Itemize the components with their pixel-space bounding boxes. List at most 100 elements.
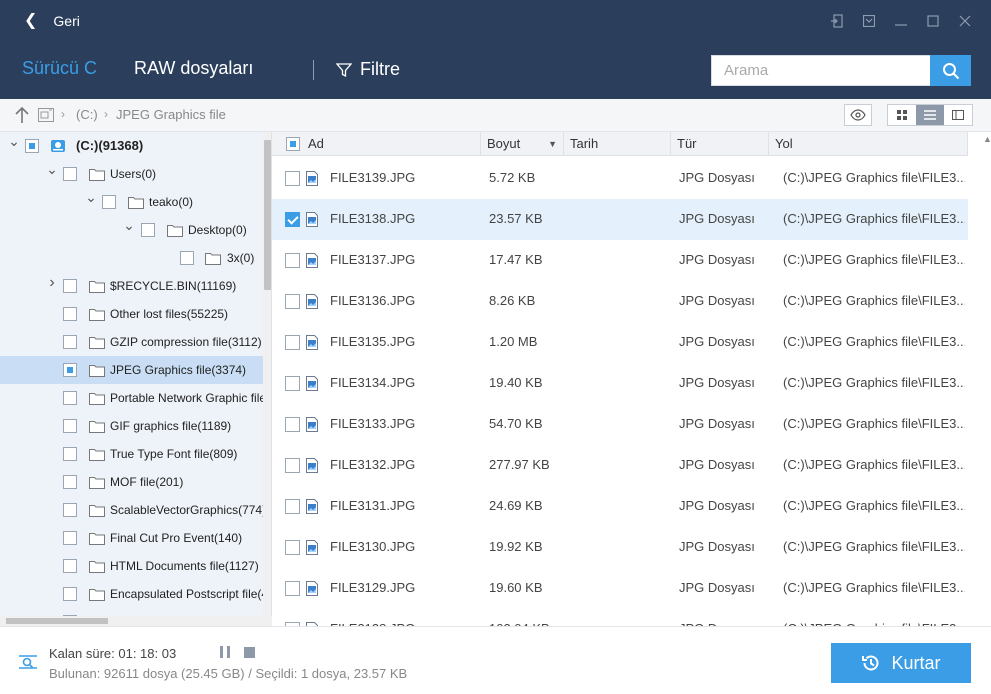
row-checkbox[interactable] <box>285 499 300 514</box>
tree-item[interactable]: 3x(0) <box>0 244 263 272</box>
column-path[interactable]: Yol <box>769 132 968 156</box>
tree-item[interactable]: GIF graphics file(1189) <box>0 412 263 440</box>
column-name[interactable]: Ad <box>302 132 481 156</box>
tree-item[interactable]: › $RECYCLE.BIN(11169) <box>0 272 263 300</box>
close-icon[interactable] <box>949 10 981 32</box>
tree-item-checkbox[interactable] <box>63 363 77 377</box>
detail-view-button[interactable] <box>944 105 972 125</box>
row-checkbox[interactable] <box>285 540 300 555</box>
tab-drive-c[interactable]: Sürücü C <box>22 58 97 79</box>
drive-icon[interactable] <box>38 108 54 122</box>
select-all-checkbox[interactable] <box>286 137 300 151</box>
tree-item-checkbox[interactable] <box>63 167 77 181</box>
table-row[interactable]: FILE3137.JPG 17.47 KB JPG Dosyası (C:)\JPEG… <box>272 240 968 281</box>
tree-item[interactable]: Other lost files(55225) <box>0 300 263 328</box>
search-input[interactable] <box>711 55 931 86</box>
column-date[interactable]: Tarih <box>564 132 671 156</box>
grid-view-button[interactable] <box>888 105 916 125</box>
tree-item-checkbox[interactable] <box>63 307 77 321</box>
tree-item-checkbox[interactable] <box>180 251 194 265</box>
panel-icon <box>952 110 964 120</box>
preview-button[interactable] <box>844 104 872 126</box>
tree-item[interactable]: MOF file(201) <box>0 468 263 496</box>
tree-item-checkbox[interactable] <box>63 559 77 573</box>
breadcrumb-folder[interactable]: JPEG Graphics file <box>116 107 226 122</box>
table-vertical-scrollbar[interactable] <box>968 132 991 626</box>
tree-item-checkbox[interactable] <box>63 391 77 405</box>
table-row[interactable]: FILE3139.JPG 5.72 KB JPG Dosyası (C:)\JPEG … <box>272 158 968 199</box>
tree-item-checkbox[interactable] <box>63 447 77 461</box>
tree-item[interactable]: ⌄ Users(0) <box>0 160 263 188</box>
tree-item[interactable]: True Type Font file(809) <box>0 440 263 468</box>
tree-item[interactable]: Portable Network Graphic file <box>0 384 266 412</box>
search-button[interactable] <box>930 55 971 86</box>
tree-item-checkbox[interactable] <box>63 531 77 545</box>
back-button[interactable]: ❮ Geri <box>24 10 80 32</box>
table-row[interactable]: FILE3135.JPG 1.20 MB JPG Dosyası (C:)\JPEG … <box>272 322 968 363</box>
row-checkbox[interactable] <box>285 458 300 473</box>
tree-item-checkbox[interactable] <box>141 223 155 237</box>
tree-item-checkbox[interactable] <box>63 475 77 489</box>
up-arrow-icon[interactable] <box>14 106 30 124</box>
chevron-right-icon[interactable]: › <box>46 274 58 291</box>
exit-icon[interactable] <box>821 10 853 32</box>
row-checkbox[interactable] <box>285 376 300 391</box>
file-size: 19.40 KB <box>489 375 543 390</box>
row-checkbox[interactable] <box>285 212 300 227</box>
recover-button[interactable]: Kurtar <box>831 643 971 683</box>
tree-item-checkbox[interactable] <box>63 335 77 349</box>
table-row[interactable]: FILE3129.JPG 19.60 KB JPG Dosyası (C:)\JPEG… <box>272 568 968 609</box>
table-row[interactable]: FILE3134.JPG 19.40 KB JPG Dosyası (C:)\JPEG… <box>272 363 968 404</box>
tree-horizontal-scroll-thumb[interactable] <box>6 618 108 624</box>
tree-item[interactable]: GZIP compression file(3112) <box>0 328 263 356</box>
chevron-down-icon[interactable]: ⌄ <box>8 133 20 149</box>
filter-button[interactable]: Filtre <box>336 59 400 80</box>
tree-item[interactable]: JPEG Graphics file(3374) <box>0 356 263 384</box>
tree-item[interactable]: ⌄ Desktop(0) <box>0 216 263 244</box>
chevron-down-icon[interactable]: ⌄ <box>123 217 135 233</box>
minimize-to-tray-icon[interactable] <box>853 10 885 32</box>
chevron-down-icon[interactable]: ⌄ <box>46 161 58 177</box>
table-row[interactable]: FILE3138.JPG 23.57 KB JPG Dosyası (C:)\JPEG… <box>272 199 968 240</box>
row-checkbox[interactable] <box>285 581 300 596</box>
chevron-down-icon[interactable]: ⌄ <box>85 189 97 205</box>
row-checkbox[interactable] <box>285 294 300 309</box>
table-row[interactable]: FILE3136.JPG 8.26 KB JPG Dosyası (C:)\JPEG … <box>272 281 968 322</box>
tree-item[interactable]: ⌄ teako(0) <box>0 188 263 216</box>
tree-item[interactable]: ScalableVectorGraphics(774) <box>0 496 266 524</box>
tree-item[interactable]: HTML Documents file(1127) <box>0 552 263 580</box>
list-view-button[interactable] <box>916 105 944 125</box>
row-checkbox[interactable] <box>285 335 300 350</box>
minimize-icon[interactable] <box>885 10 917 32</box>
tree-item-checkbox[interactable] <box>63 503 77 517</box>
recover-icon <box>862 655 879 671</box>
table-row[interactable]: FILE3130.JPG 19.92 KB JPG Dosyası (C:)\JPEG… <box>272 527 968 568</box>
tree-vertical-scroll-thumb[interactable] <box>264 140 271 290</box>
breadcrumb-drive[interactable]: (C:) <box>76 107 98 122</box>
table-row[interactable]: FILE3131.JPG 24.69 KB JPG Dosyası (C:)\JPEG… <box>272 486 968 527</box>
tree-item-checkbox[interactable] <box>25 139 39 153</box>
tree-item-checkbox[interactable] <box>102 195 116 209</box>
tab-raw-files[interactable]: RAW dosyaları <box>134 58 253 79</box>
file-type: JPG Dosyası <box>679 539 755 554</box>
column-size[interactable]: Boyut ▼ <box>481 132 564 156</box>
tree-item[interactable]: Encapsulated Postscript file(4 <box>0 580 268 608</box>
tree-item-checkbox[interactable] <box>63 279 77 293</box>
row-checkbox[interactable] <box>285 171 300 186</box>
table-row[interactable]: FILE3133.JPG 54.70 KB JPG Dosyası (C:)\JPEG… <box>272 404 968 445</box>
maximize-icon[interactable] <box>917 10 949 32</box>
table-row[interactable]: FILE3128.JPG102.04 KBJPG Dosyası(C:)\JPE… <box>272 609 968 626</box>
row-checkbox[interactable] <box>285 253 300 268</box>
tree-item-checkbox[interactable] <box>63 419 77 433</box>
scroll-up-arrow-icon[interactable]: ▲ <box>983 134 991 150</box>
table-row[interactable]: FILE3132.JPG 277.97 KB JPG Dosyası (C:)\JPE… <box>272 445 968 486</box>
tree-item-checkbox[interactable] <box>63 587 77 601</box>
tree-item[interactable]: ⌄ (C:)(91368) <box>0 132 263 160</box>
tree-item-label: Final Cut Pro Event(140) <box>110 531 243 545</box>
row-checkbox[interactable] <box>285 417 300 432</box>
found-summary: Bulunan: 92611 dosya (25.45 GB) / Seçild… <box>49 666 408 681</box>
pause-icon[interactable] <box>219 645 231 659</box>
stop-icon[interactable] <box>244 647 255 658</box>
column-type[interactable]: Tür <box>671 132 769 156</box>
tree-item[interactable]: Final Cut Pro Event(140) <box>0 524 263 552</box>
